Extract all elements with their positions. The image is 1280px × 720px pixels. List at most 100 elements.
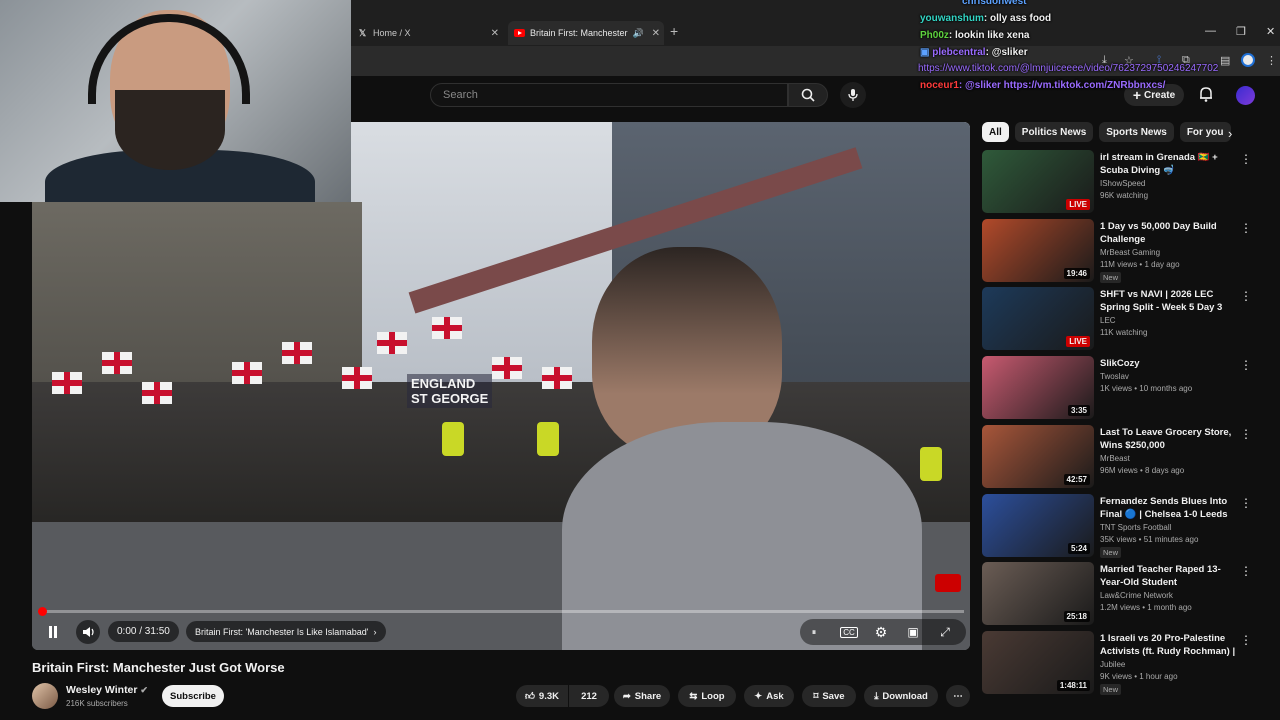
video-meta: 11K watching (1100, 328, 1148, 337)
download-button[interactable]: ⤓ Download (864, 685, 938, 707)
more-actions-button[interactable]: ⋯ (946, 685, 970, 707)
chapter-button[interactable]: Britain First: 'Manchester Is Like Islam… (186, 621, 386, 642)
subtitles-button[interactable]: CC (840, 622, 858, 642)
police-officer (920, 447, 942, 481)
subscribe-button[interactable]: Subscribe (162, 685, 224, 707)
miniplayer-button[interactable]: ▣ (904, 622, 922, 642)
scrubber-handle[interactable] (38, 607, 47, 616)
recommended-video[interactable]: LIVE SHFT vs NAVI | 2026 LEC Spring Split… (982, 287, 1272, 351)
fullscreen-button[interactable]: ⤢ (936, 622, 954, 642)
speaker-icon[interactable]: 🔊 (633, 28, 644, 39)
sidebar-icon[interactable]: ▤ (1220, 54, 1230, 67)
share-button[interactable]: ➦ Share (614, 685, 670, 707)
tab-youtube-video[interactable]: Britain First: Manchester Ju 🔊 ✕ (508, 21, 664, 45)
recommended-video[interactable]: LIVE irl stream in Grenada 🇬🇩 + Scuba Div… (982, 150, 1272, 214)
channel-avatar[interactable] (32, 683, 58, 709)
account-avatar[interactable] (1236, 86, 1255, 105)
ask-label: Ask (766, 690, 784, 702)
recommended-video[interactable]: 19:46 1 Day vs 50,000 Day Build Challenge… (982, 219, 1272, 283)
settings-button[interactable]: ⚙ (872, 622, 890, 642)
chat-text: : @sliker (985, 47, 1028, 58)
channel-name[interactable]: IShowSpeed (1100, 179, 1145, 188)
new-tab-button[interactable]: + (670, 23, 678, 39)
browser-menu-icon[interactable]: ⋮ (1266, 54, 1277, 67)
more-vertical-icon[interactable]: ⋮ (1240, 496, 1252, 510)
voice-search-button[interactable] (840, 82, 866, 108)
video-thumbnail[interactable]: 19:46 (982, 219, 1094, 282)
channel-name[interactable]: TNT Sports Football (1100, 523, 1171, 532)
video-thumbnail[interactable]: 25:18 (982, 562, 1094, 625)
video-title[interactable]: 1 Day vs 50,000 Day Build Challenge (1100, 220, 1238, 246)
close-tab-icon[interactable]: ✕ (652, 28, 660, 39)
chip-sports-news[interactable]: Sports News (1099, 122, 1174, 142)
recommended-video[interactable]: 5:24 Fernandez Sends Blues Into Final 🔵 |… (982, 494, 1272, 558)
comments-count-button[interactable]: 212 (569, 685, 609, 707)
video-title[interactable]: irl stream in Grenada 🇬🇩 + Scuba Diving … (1100, 151, 1238, 177)
video-thumbnail[interactable]: 42:57 (982, 425, 1094, 488)
more-vertical-icon[interactable]: ⋮ (1240, 358, 1252, 372)
like-count: 9.3K (538, 690, 559, 702)
more-horizontal-icon: ⋯ (953, 690, 963, 702)
chip-politics-news[interactable]: Politics News (1014, 122, 1094, 142)
chat-text: : olly ass food (983, 13, 1052, 24)
search-button[interactable] (788, 83, 828, 107)
channel-name[interactable]: Wesley Winter ✔ (66, 684, 148, 696)
miniplayer-icon: ▣ (907, 625, 919, 639)
tab-label: Britain First: Manchester Ju (530, 28, 630, 38)
browser-profile-avatar[interactable] (1241, 53, 1255, 67)
more-vertical-icon[interactable]: ⋮ (1240, 564, 1252, 578)
mute-button[interactable] (76, 620, 100, 644)
pause-button[interactable] (44, 622, 62, 642)
chip-for-you[interactable]: For you (1179, 122, 1231, 142)
recommended-video[interactable]: 25:18 Married Teacher Raped 13-Year-Old S… (982, 562, 1272, 626)
recommended-video[interactable]: 3:35 SlikCozy Twoslav 1K views • 10 months … (982, 356, 1272, 420)
channel-name[interactable]: Jubilee (1100, 660, 1125, 669)
more-vertical-icon[interactable]: ⋮ (1240, 633, 1252, 647)
chat-username: plebcentral (932, 47, 986, 58)
more-vertical-icon[interactable]: ⋮ (1240, 427, 1252, 441)
video-title[interactable]: Fernandez Sends Blues Into Final 🔵 | Che… (1100, 495, 1238, 522)
video-thumbnail[interactable]: LIVE (982, 287, 1094, 350)
notifications-button[interactable] (1199, 86, 1213, 107)
video-thumbnail[interactable]: 5:24 (982, 494, 1094, 557)
channel-name[interactable]: LEC (1100, 316, 1116, 325)
save-button[interactable]: ⌑ Save (802, 685, 856, 707)
police-officer (537, 422, 559, 456)
close-window-icon[interactable]: ✕ (1266, 25, 1275, 38)
chat-link[interactable]: https://www.tiktok.com/@lmnjuiceeee/vide… (918, 63, 1218, 74)
video-thumbnail[interactable]: LIVE (982, 150, 1094, 213)
video-title[interactable]: Last To Leave Grocery Store, Wins $250,0… (1100, 426, 1238, 452)
more-vertical-icon[interactable]: ⋮ (1240, 152, 1252, 166)
chip-all[interactable]: All (982, 122, 1009, 142)
video-title[interactable]: SHFT vs NAVI | 2026 LEC Spring Split - W… (1100, 288, 1238, 314)
chat-text: : lookin like xena (948, 30, 1030, 41)
channel-name[interactable]: MrBeast Gaming (1100, 248, 1160, 257)
verified-icon: ✔ (140, 685, 148, 695)
chevron-right-icon[interactable]: › (1228, 126, 1232, 141)
channel-watermark[interactable] (935, 574, 961, 592)
video-title[interactable]: SlikCozy (1100, 357, 1238, 370)
st-george-flag (142, 382, 172, 404)
close-tab-icon[interactable]: ✕ (491, 28, 499, 39)
minimize-icon[interactable]: — (1205, 25, 1216, 37)
channel-name[interactable]: Twoslav (1100, 372, 1129, 381)
recommended-video[interactable]: 1:48:11 1 Israeli vs 20 Pro-Palestine Act… (982, 631, 1272, 695)
maximize-icon[interactable]: ❐ (1236, 25, 1246, 38)
autoplay-toggle[interactable]: ⏸ (806, 622, 822, 642)
channel-name[interactable]: Law&Crime Network (1100, 591, 1173, 600)
video-thumbnail[interactable]: 3:35 (982, 356, 1094, 419)
more-vertical-icon[interactable]: ⋮ (1240, 289, 1252, 303)
video-thumbnail[interactable]: 1:48:11 (982, 631, 1094, 694)
video-title[interactable]: 1 Israeli vs 20 Pro-Palestine Activists … (1100, 632, 1238, 659)
ask-button[interactable]: ✦ Ask (744, 685, 794, 707)
more-vertical-icon[interactable]: ⋮ (1240, 221, 1252, 235)
progress-bar[interactable] (40, 610, 964, 613)
tab-home-x[interactable]: 𝕏 Home / X ✕ (351, 22, 503, 44)
video-title[interactable]: Married Teacher Raped 13-Year-Old Studen… (1100, 563, 1238, 589)
recommended-video[interactable]: 42:57 Last To Leave Grocery Store, Wins $… (982, 425, 1272, 489)
like-button[interactable]: 👍︎ 9.3K (516, 685, 568, 707)
protest-banner: ENGLAND ST GEORGE (407, 374, 493, 408)
search-input[interactable]: Search (430, 83, 788, 107)
loop-button[interactable]: ⇆ Loop (678, 685, 736, 707)
channel-name[interactable]: MrBeast (1100, 454, 1130, 463)
